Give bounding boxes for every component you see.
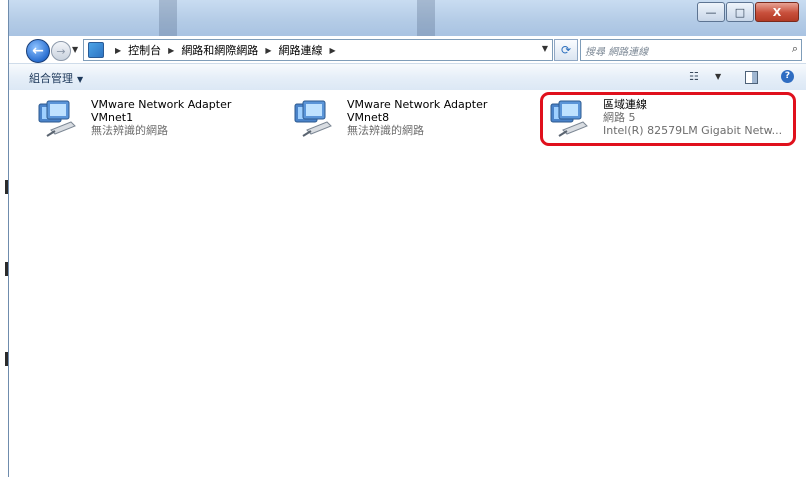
window-controls: — □ X [696, 2, 799, 22]
organize-label: 組合管理 [29, 72, 73, 85]
breadcrumb-control-panel[interactable]: 控制台 [128, 42, 161, 58]
connection-device: VMnet8 [347, 111, 390, 124]
breadcrumb-network-connections[interactable]: 網路連線 [278, 42, 322, 58]
connection-vmnet8[interactable]: VMware Network Adapter VMnet8 無法辨識的網路 [265, 94, 515, 142]
title-bar-shadow [159, 0, 177, 36]
forward-arrow-icon[interactable]: → [51, 41, 71, 61]
command-toolbar: 組合管理 ▼ ☷ ▼ ? [9, 63, 806, 91]
search-placeholder: 搜尋 網路連線 [585, 47, 649, 58]
view-options-dropdown[interactable]: ▼ [715, 72, 721, 81]
breadcrumb-separator-icon[interactable]: ▶ [168, 46, 174, 55]
address-bar[interactable]: ▶ 控制台 ▶ 網路和網際網路 ▶ 網路連線 ▶ ▼ [83, 39, 553, 61]
connection-vmnet1[interactable]: VMware Network Adapter VMnet1 無法辨識的網路 [9, 94, 259, 142]
refresh-icon[interactable]: ⟳ [554, 39, 578, 61]
address-history-dropdown[interactable]: ▼ [542, 44, 548, 53]
network-adapter-icon [294, 100, 332, 137]
search-input[interactable]: 搜尋 網路連線 ⌕ [580, 39, 802, 61]
connections-list: VMware Network Adapter VMnet1 無法辨識的網路 VM… [9, 90, 806, 477]
control-panel-icon [88, 42, 104, 58]
close-button[interactable]: X [755, 2, 799, 22]
preview-pane-icon[interactable] [745, 71, 758, 84]
desktop-background [0, 0, 8, 477]
connection-name: VMware Network Adapter [91, 98, 232, 111]
connection-name: VMware Network Adapter [347, 98, 488, 111]
explorer-window: — □ X ← → ▼ ▶ 控制台 ▶ 網路和網際網路 ▶ 網路連線 ▶ ▼ ⟳… [8, 0, 806, 477]
minimize-button[interactable]: — [697, 2, 725, 22]
breadcrumb-network-and-internet[interactable]: 網路和網際網路 [181, 42, 258, 58]
breadcrumb-separator-icon[interactable]: ▶ [265, 46, 271, 55]
connection-status: 無法辨識的網路 [347, 124, 424, 137]
title-bar[interactable]: — □ X [9, 0, 806, 36]
change-view-icon[interactable]: ☷ [689, 70, 699, 83]
title-bar-shadow [417, 0, 435, 36]
breadcrumb-separator-icon[interactable]: ▶ [329, 46, 335, 55]
recent-pages-dropdown[interactable]: ▼ [72, 45, 78, 54]
navigation-bar: ← → ▼ ▶ 控制台 ▶ 網路和網際網路 ▶ 網路連線 ▶ ▼ ⟳ 搜尋 網路… [9, 36, 806, 63]
breadcrumb: ▶ 控制台 ▶ 網路和網際網路 ▶ 網路連線 ▶ [88, 42, 343, 58]
help-icon[interactable]: ? [781, 70, 794, 83]
connection-device: VMnet1 [91, 111, 134, 124]
highlight-outline [540, 92, 796, 146]
breadcrumb-separator-icon[interactable]: ▶ [115, 46, 121, 55]
organize-button[interactable]: 組合管理 ▼ [29, 70, 83, 86]
network-adapter-icon [38, 100, 76, 137]
chevron-down-icon: ▼ [77, 75, 84, 84]
back-arrow-icon[interactable]: ← [26, 39, 50, 63]
magnifier-icon[interactable]: ⌕ [792, 42, 798, 56]
maximize-button[interactable]: □ [726, 2, 754, 22]
connection-status: 無法辨識的網路 [91, 124, 168, 137]
